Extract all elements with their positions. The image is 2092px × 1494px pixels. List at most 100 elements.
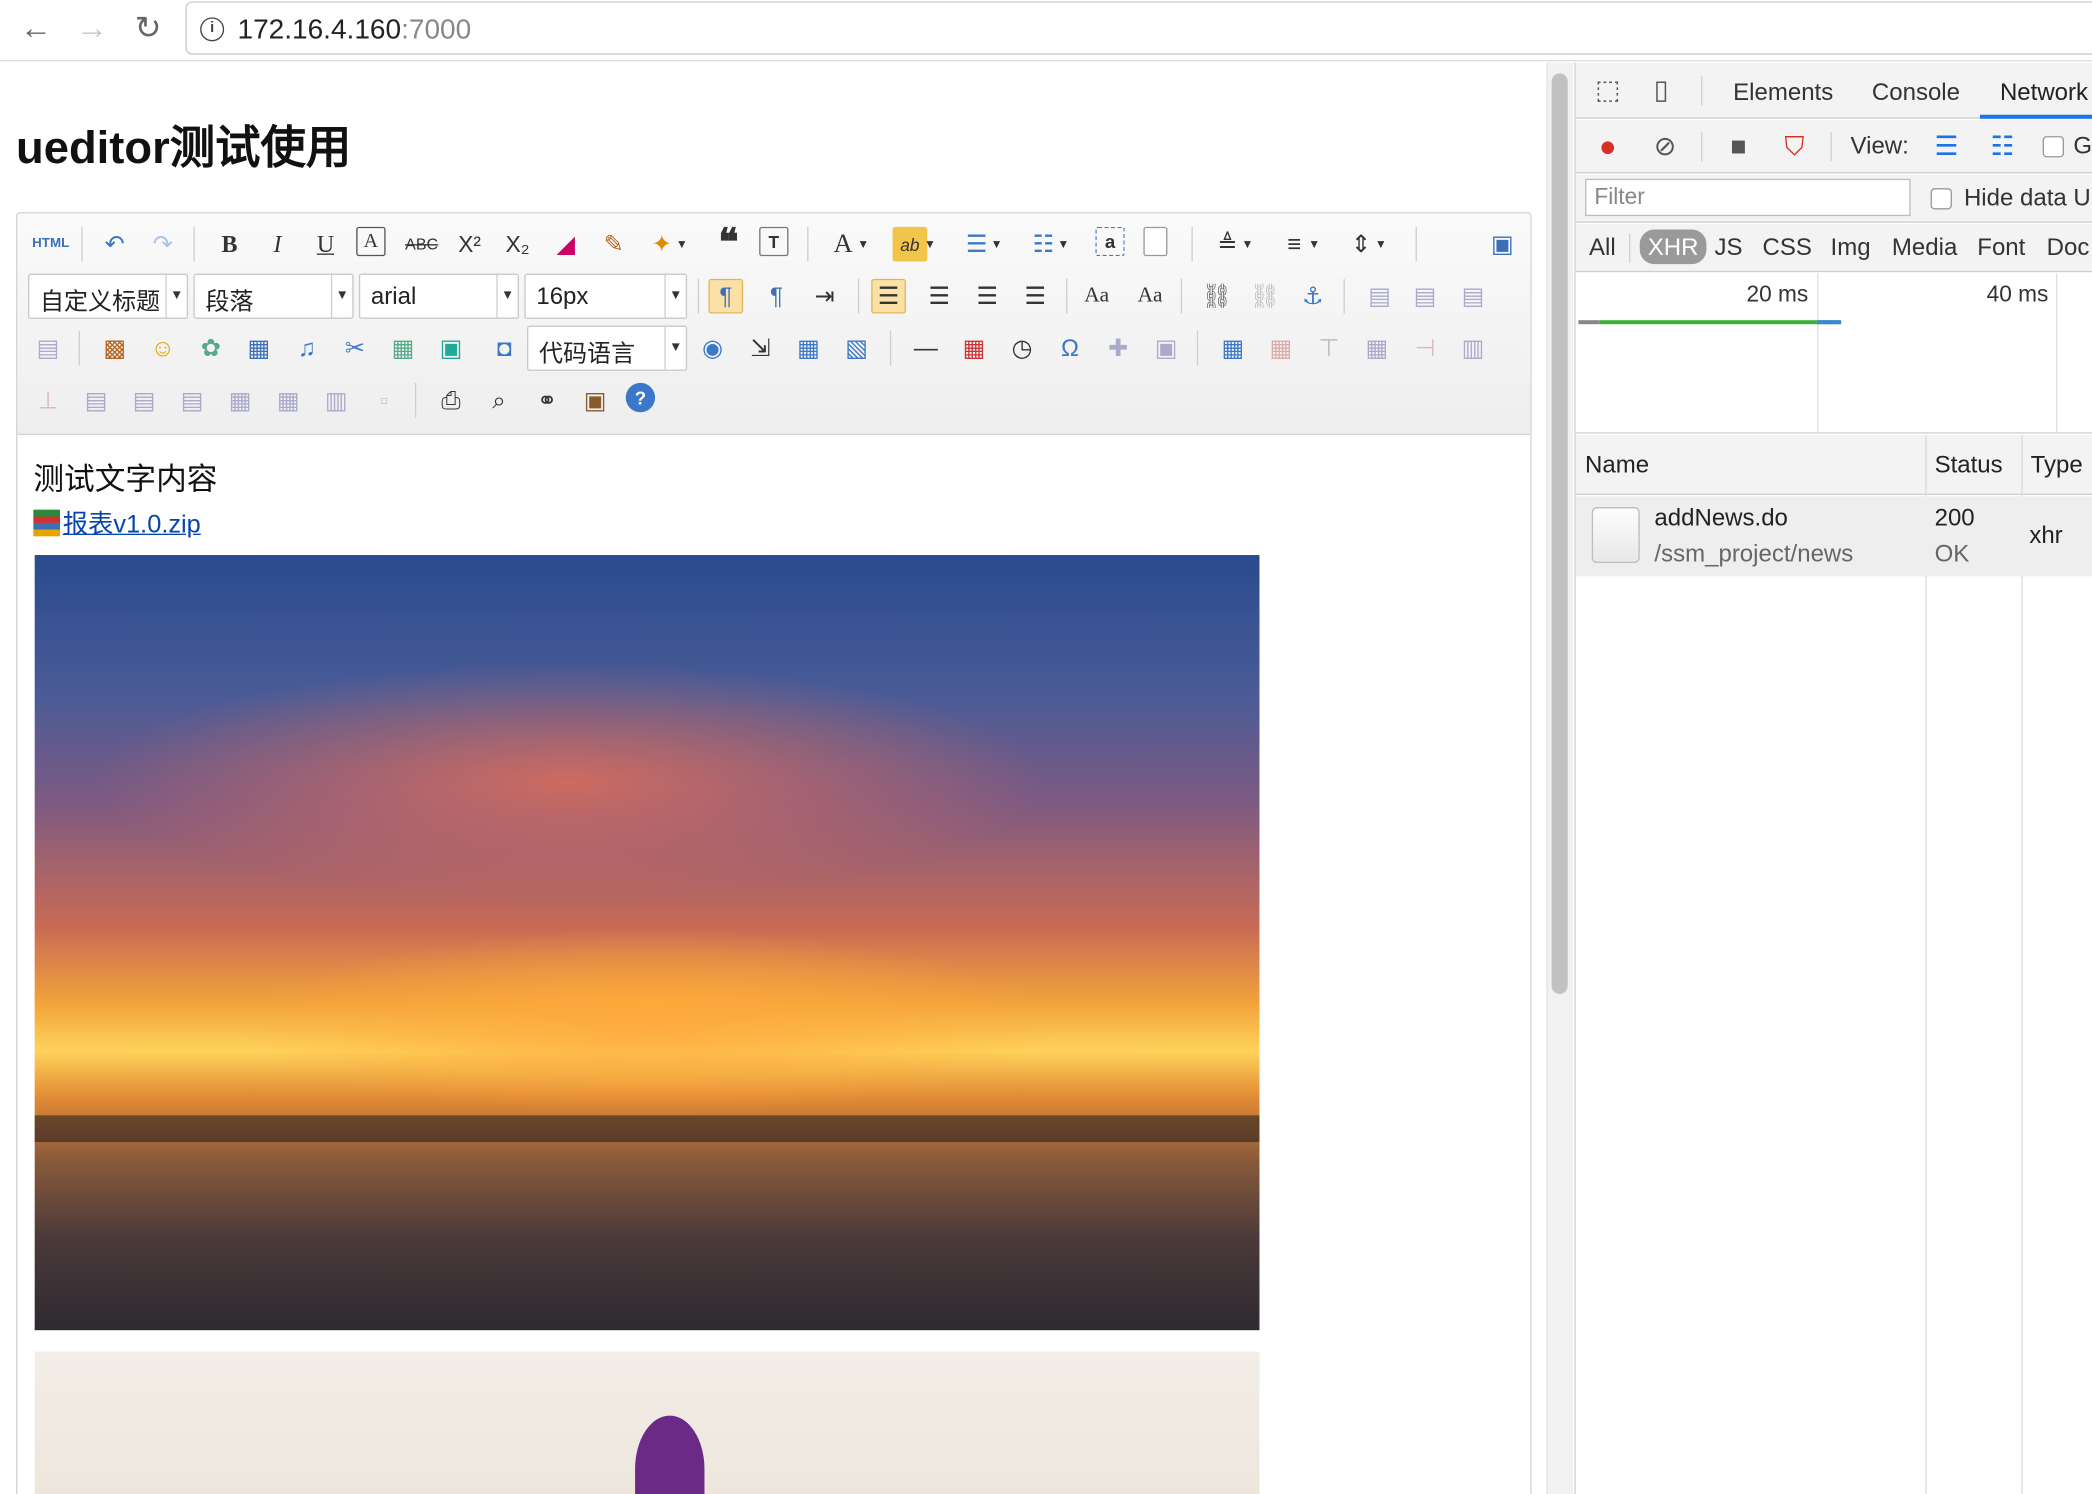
rtl-direction-icon[interactable]: ¶ [759,279,794,314]
chevron-down-icon[interactable]: ▼ [989,227,1005,262]
align-center-icon[interactable]: ☰ [922,279,957,314]
snapscreen-icon[interactable]: ✚ [1101,331,1136,366]
font-family-select[interactable]: arial ▼ [358,273,520,319]
tab-console[interactable]: Console [1872,79,1960,107]
print-icon[interactable]: ⎙ [434,383,469,418]
back-icon[interactable]: ← [16,9,56,49]
filter-icon[interactable]: ⛉ [1778,131,1810,163]
align-left-icon[interactable]: ☰ [871,278,906,314]
address-bar[interactable]: i 172.16.4.160:7000 [185,1,2092,55]
underline-icon[interactable]: U [308,227,343,262]
subscript-icon[interactable]: X₂ [500,227,535,262]
strikethrough-icon[interactable]: ABC [404,227,439,262]
content-paragraph[interactable]: 测试文字内容 [33,454,217,499]
custom-heading-select[interactable]: 自定义标题 ▼ [28,273,189,319]
clear-icon[interactable]: ⊘ [1649,131,1681,163]
url-text[interactable]: 172.16.4.160:7000 [237,15,471,47]
hide-data-urls-checkbox[interactable] [1930,188,1952,210]
type-filter-doc[interactable]: Doc [2047,233,2090,261]
chevron-down-icon[interactable]: ▼ [664,274,685,318]
drafts-icon[interactable]: ▣ [578,383,613,418]
redo-icon[interactable]: ↷ [145,227,180,262]
special-chars-icon[interactable]: Ω [1053,331,1088,366]
record-icon[interactable]: ● [1592,130,1624,163]
link-icon[interactable]: ⛓ [1199,279,1234,314]
merge-right-icon[interactable]: ▤ [127,383,162,418]
chevron-down-icon[interactable]: ▼ [165,274,186,318]
image-float-left-icon[interactable]: ▤ [1362,279,1397,314]
chevron-down-icon[interactable]: ▼ [1055,227,1071,262]
chevron-down-icon[interactable]: ▼ [855,227,871,262]
type-filter-all[interactable]: All [1589,233,1616,261]
word-image-icon[interactable]: ▣ [1149,331,1184,366]
time-icon[interactable]: ◷ [1005,331,1040,366]
group-by-frame-checkbox[interactable] [2042,136,2065,158]
delete-col-icon[interactable]: ⊥ [31,383,66,418]
delete-row-icon[interactable]: ⊣ [1408,331,1443,366]
table-row[interactable]: addNews.do /ssm_project/news 200 OK xhr [1575,496,2092,577]
chevron-down-icon[interactable]: ▼ [674,227,690,262]
eraser-icon[interactable]: ◢ [548,227,583,262]
chevron-down-icon[interactable]: ▼ [922,227,938,262]
split-to-rows-icon[interactable]: ▦ [271,383,306,418]
blockquote-icon[interactable]: ❝ [711,225,746,262]
uppercase-icon[interactable]: Aa [1079,279,1114,314]
type-filter-media[interactable]: Media [1892,233,1957,261]
preview-icon[interactable]: ⌕ [482,383,517,418]
superscript-icon[interactable]: X² [452,227,487,262]
html-source-icon[interactable]: HTML [31,227,71,262]
column-divider[interactable] [1925,434,1927,1494]
chevron-down-icon[interactable]: ▼ [1306,227,1322,262]
attachment-link[interactable]: 报表v1.0.zip [63,511,201,539]
editor-body[interactable]: 测试文字内容 报表v1.0.zip [17,435,1530,1494]
network-overview[interactable]: 20 ms 40 ms [1575,273,2092,434]
merge-down-icon[interactable]: ▤ [175,383,210,418]
paragraph-format-select[interactable]: 段落 ▼ [193,273,354,319]
web-app-icon[interactable]: ◉ [695,331,730,366]
column-divider[interactable] [2021,434,2023,1494]
unlink-icon[interactable]: ⛓ [1247,279,1282,314]
tab-network[interactable]: Network [2000,79,2088,107]
image-float-right-icon[interactable]: ▤ [1456,279,1491,314]
attachment[interactable]: 报表v1.0.zip [33,504,201,540]
large-rows-icon[interactable]: ☰ [1931,131,1963,163]
column-header-name[interactable]: Name [1585,451,1649,479]
insert-table-icon[interactable]: ▦ [1215,331,1250,366]
split-to-cols-icon[interactable]: ▥ [319,383,354,418]
scrawl-icon[interactable]: ✿ [193,331,228,366]
capture-screenshots-icon[interactable]: ■ [1722,131,1754,163]
site-info-icon[interactable]: i [200,17,225,42]
paste-plain-icon[interactable]: T [759,226,789,257]
gmap-icon[interactable]: ▣ [434,331,469,366]
simple-upload-icon[interactable]: ▩ [97,331,132,366]
image-float-none-icon[interactable]: ▤ [1408,279,1443,314]
insert-video-icon[interactable]: ▦ [241,331,276,366]
chevron-down-icon[interactable]: ▼ [496,274,517,318]
fullscreen-icon[interactable]: ▣ [1485,227,1520,262]
column-header-type[interactable]: Type [2031,451,2083,479]
chart-icon[interactable]: ▫ [367,383,402,418]
row-spacing-icon[interactable]: a [1095,226,1125,257]
type-filter-css[interactable]: CSS [1762,233,1811,261]
font-size-select[interactable]: 16px ▼ [524,273,688,319]
bold-icon[interactable]: B [212,227,247,262]
image-center-icon[interactable]: ▤ [31,331,66,366]
device-toolbar-icon[interactable]: ▯ [1645,75,1677,107]
chevron-down-icon[interactable]: ▼ [664,326,685,370]
delete-table-icon[interactable]: ▦ [1263,331,1298,366]
help-icon[interactable]: ? [625,382,656,413]
chevron-down-icon[interactable]: ▼ [330,274,352,318]
date-icon[interactable]: ▦ [957,331,992,366]
horizontal-rule-icon[interactable]: — [909,331,944,366]
lowercase-icon[interactable]: Aa [1133,279,1168,314]
undo-icon[interactable]: ↶ [97,227,132,262]
template-icon[interactable]: ▦ [791,331,826,366]
filter-input[interactable]: Filter [1585,178,1911,217]
indent-icon[interactable]: ⇥ [807,279,842,314]
forward-icon[interactable]: → [72,9,112,49]
search-replace-icon[interactable]: ⚭ [530,383,565,418]
split-to-cells-icon[interactable]: ▦ [223,383,258,418]
emotion-icon[interactable]: ☺ [145,331,180,366]
code-language-select[interactable]: 代码语言 ▼ [527,325,688,371]
page-break-icon[interactable]: ⇲ [743,331,778,366]
